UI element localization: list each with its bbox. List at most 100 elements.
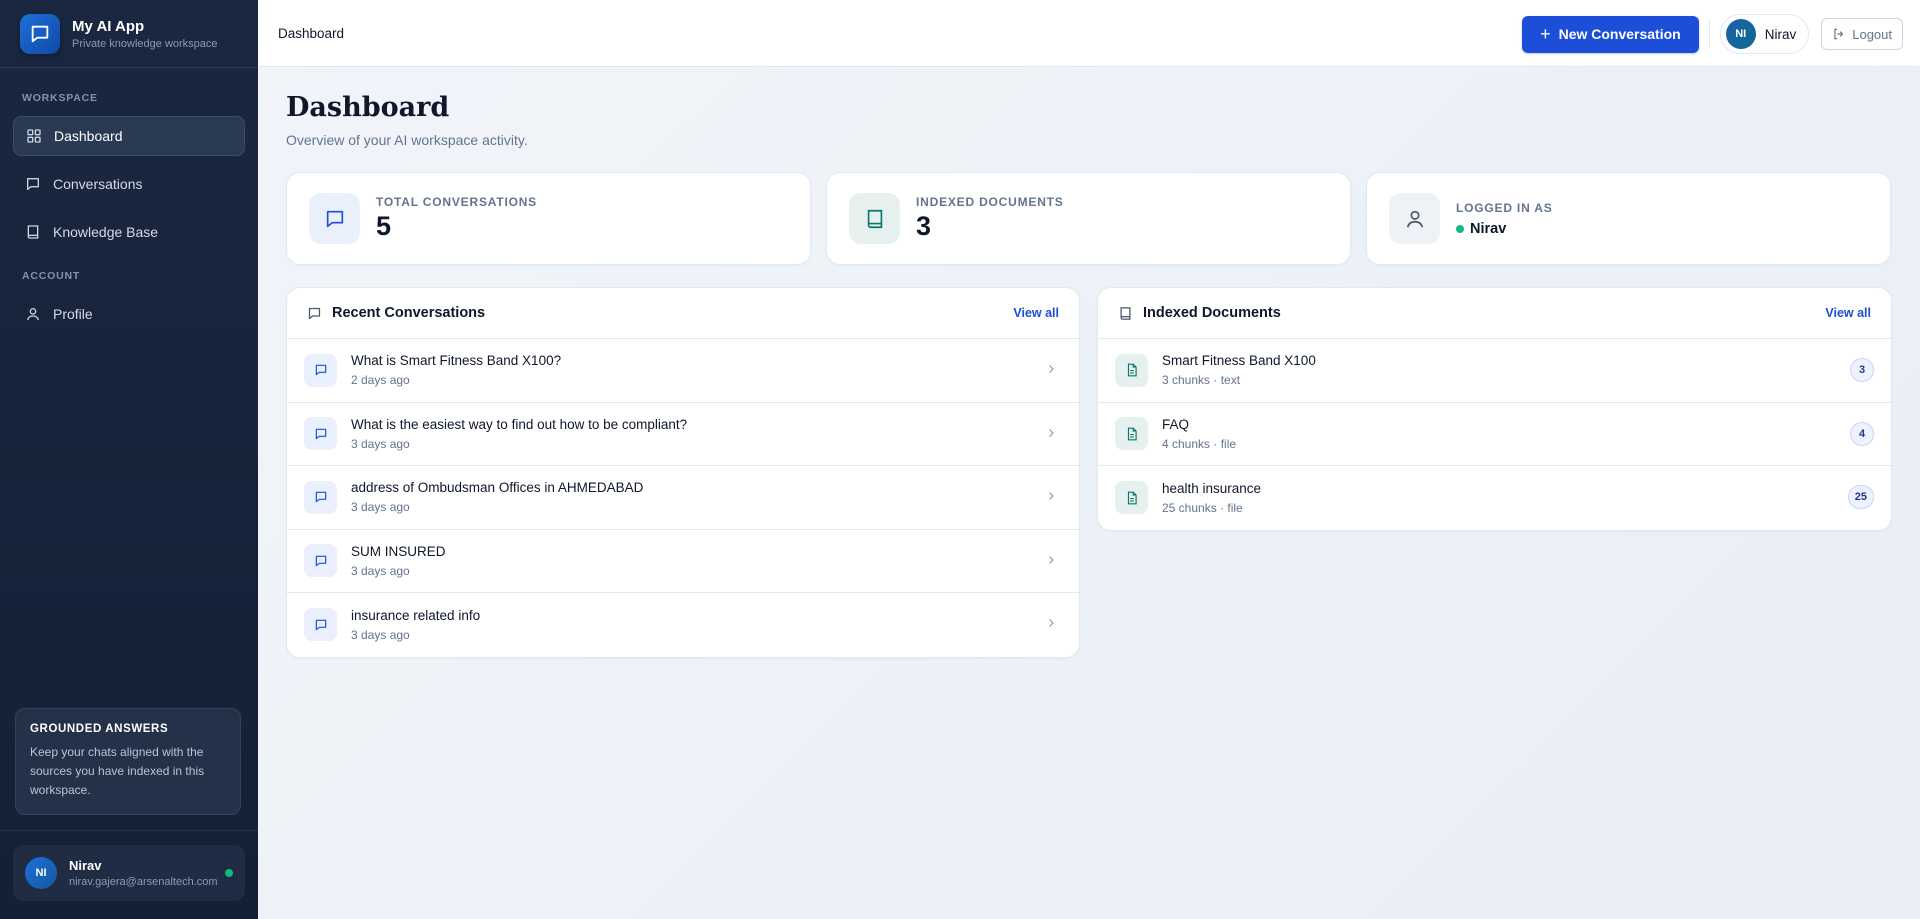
sidebar-item-label: Profile xyxy=(53,306,93,322)
document-title: Smart Fitness Band X100 xyxy=(1162,353,1316,369)
chat-icon xyxy=(304,608,337,642)
grid-icon xyxy=(27,129,41,143)
conversation-row[interactable]: insurance related info 3 days ago xyxy=(287,593,1079,657)
recent-conversations-panel: Recent Conversations View all What is Sm… xyxy=(286,287,1080,658)
stat-value: 5 xyxy=(376,211,392,241)
chunk-count-badge: 25 xyxy=(1847,485,1874,509)
logout-label: Logout xyxy=(1852,26,1892,42)
user-icon xyxy=(1389,193,1440,244)
sidebar-item-conversations[interactable]: Conversations xyxy=(13,164,245,204)
user-name: Nirav xyxy=(1764,26,1797,42)
stat-label: LOGGED IN AS xyxy=(1456,200,1553,215)
document-row[interactable]: FAQ 4 chunks · file 4 xyxy=(1098,403,1891,466)
book-icon xyxy=(1120,306,1131,320)
file-icon xyxy=(1115,417,1148,451)
chevron-right-icon xyxy=(1049,365,1054,373)
stat-value: 3 xyxy=(916,211,932,241)
page-subtitle: Overview of your AI workspace activity. xyxy=(286,132,528,148)
main-content: Dashboard + New Conversation NI Nirav Lo… xyxy=(258,0,1920,919)
sidebar-item-profile[interactable]: Profile xyxy=(13,294,245,334)
sidebar-item-label: Knowledge Base xyxy=(53,224,159,240)
chat-icon xyxy=(308,307,321,319)
nav-section-account: ACCOUNT xyxy=(22,270,81,282)
conversation-time: 3 days ago xyxy=(351,627,410,642)
sidebar-user[interactable]: NI Nirav nirav.gajera@arsenaltech.com xyxy=(13,845,245,901)
avatar: NI xyxy=(25,857,57,889)
conversation-title: address of Ombudsman Offices in AHMEDABA… xyxy=(351,480,644,496)
conversation-title: What is Smart Fitness Band X100? xyxy=(351,353,562,369)
online-status-dot xyxy=(1456,224,1464,233)
stat-indexed-documents: INDEXED DOCUMENTS 3 xyxy=(826,172,1351,265)
document-meta: 3 chunks · text xyxy=(1162,373,1241,388)
chat-icon xyxy=(27,178,39,190)
chevron-right-icon xyxy=(1049,619,1054,627)
view-all-documents-link[interactable]: View all xyxy=(1825,306,1871,320)
document-row[interactable]: Smart Fitness Band X100 3 chunks · text 3 xyxy=(1098,339,1891,403)
panel-title: Recent Conversations xyxy=(332,305,486,321)
conversation-time: 2 days ago xyxy=(351,373,410,388)
stat-label: TOTAL CONVERSATIONS xyxy=(376,195,537,209)
book-icon xyxy=(849,193,900,244)
online-status-dot xyxy=(225,869,233,877)
sidebar-item-label: Dashboard xyxy=(54,128,123,144)
stat-total-conversations: TOTAL CONVERSATIONS 5 xyxy=(286,172,811,265)
promo-title: GROUNDED ANSWERS xyxy=(30,723,169,735)
logout-icon xyxy=(1834,28,1844,40)
logged-user-name: Nirav xyxy=(1470,220,1507,237)
page-title: Dashboard xyxy=(286,92,450,123)
logout-button[interactable]: Logout xyxy=(1821,18,1903,50)
chevron-right-icon xyxy=(1049,428,1054,437)
sidebar-item-label: Conversations xyxy=(53,176,143,192)
indexed-documents-panel: Indexed Documents View all Smart Fitness… xyxy=(1097,287,1892,531)
breadcrumb: Dashboard xyxy=(278,25,345,41)
grounded-answers-card: GROUNDED ANSWERS Keep your chats aligned… xyxy=(15,708,241,815)
stat-logged-in-as: LOGGED IN AS Nirav xyxy=(1366,172,1891,265)
divider xyxy=(1708,19,1710,49)
chat-icon xyxy=(304,480,337,514)
document-title: FAQ xyxy=(1162,416,1190,432)
document-meta: 4 chunks · file xyxy=(1162,436,1237,451)
user-name: Nirav xyxy=(69,858,102,873)
view-all-conversations-link[interactable]: View all xyxy=(1013,306,1059,320)
chat-icon xyxy=(304,417,337,451)
app-title: My AI App xyxy=(72,17,145,35)
conversation-row[interactable]: address of Ombudsman Offices in AHMEDABA… xyxy=(287,466,1079,530)
user-icon xyxy=(27,308,39,321)
document-title: health insurance xyxy=(1162,480,1262,496)
chat-icon xyxy=(309,193,360,244)
conversation-row[interactable]: SUM INSURED 3 days ago xyxy=(287,530,1079,593)
avatar: NI xyxy=(1725,19,1756,49)
chunk-count-badge: 4 xyxy=(1850,421,1874,446)
promo-text: Keep your chats aligned with the sources… xyxy=(30,745,205,797)
chunk-count-badge: 3 xyxy=(1850,358,1874,382)
sidebar-item-dashboard[interactable]: Dashboard xyxy=(13,116,245,156)
document-meta: 25 chunks · file xyxy=(1162,500,1243,515)
app-subtitle: Private knowledge workspace xyxy=(72,37,218,50)
plus-icon: + xyxy=(1540,23,1551,44)
conversation-title: What is the easiest way to find out how … xyxy=(351,416,688,432)
stat-label: INDEXED DOCUMENTS xyxy=(916,195,1064,209)
user-menu[interactable]: NI Nirav xyxy=(1719,14,1810,54)
chat-icon xyxy=(304,544,337,578)
conversation-title: insurance related info xyxy=(351,607,481,623)
conversation-row[interactable]: What is Smart Fitness Band X100? 2 days a… xyxy=(287,339,1079,403)
conversation-time: 3 days ago xyxy=(351,436,410,451)
sidebar-user-card: NI Nirav nirav.gajera@arsenaltech.com xyxy=(0,830,258,919)
app-logo-icon xyxy=(20,13,60,54)
conversation-time: 3 days ago xyxy=(351,500,410,515)
user-email: nirav.gajera@arsenaltech.com xyxy=(69,876,218,888)
chevron-right-icon xyxy=(1049,492,1054,500)
topbar: Dashboard + New Conversation NI Nirav Lo… xyxy=(258,0,1920,67)
document-row[interactable]: health insurance 25 chunks · file 25 xyxy=(1098,466,1891,530)
conversation-row[interactable]: What is the easiest way to find out how … xyxy=(287,403,1079,466)
panel-title: Indexed Documents xyxy=(1143,305,1281,321)
file-icon xyxy=(1115,481,1148,515)
chat-icon xyxy=(304,353,337,387)
nav-section-workspace: WORKSPACE xyxy=(22,92,98,104)
file-icon xyxy=(1115,353,1148,387)
new-conversation-button[interactable]: + New Conversation xyxy=(1522,15,1699,53)
book-icon xyxy=(27,225,39,239)
brand[interactable]: My AI App Private knowledge workspace xyxy=(0,0,258,68)
sidebar: My AI App Private knowledge workspace WO… xyxy=(0,0,258,919)
sidebar-item-knowledge-base[interactable]: Knowledge Base xyxy=(13,212,245,252)
